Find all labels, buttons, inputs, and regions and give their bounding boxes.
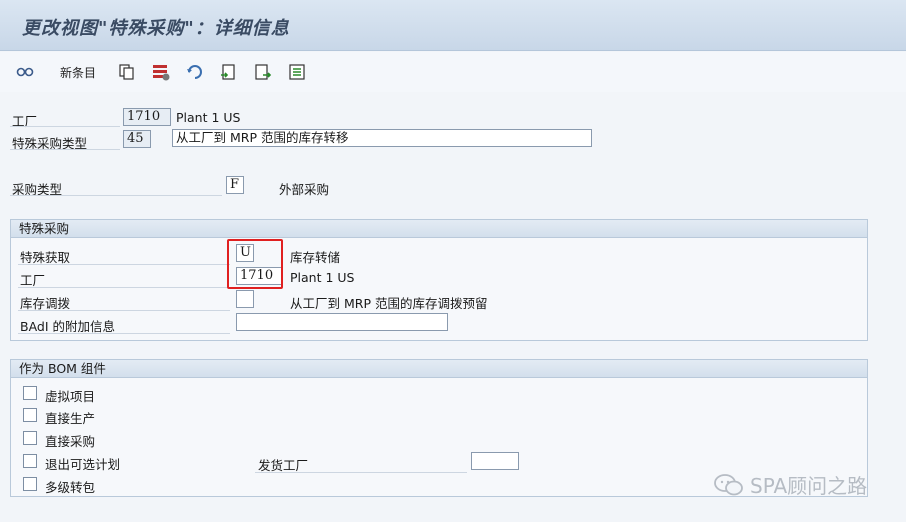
- divider: [18, 310, 230, 311]
- divider: [10, 126, 120, 127]
- divider: [18, 333, 230, 334]
- proc-type-desc: 外部采购: [279, 182, 330, 197]
- wechat-icon: [714, 473, 743, 495]
- special-procurement-title: 特殊采购: [11, 220, 867, 238]
- export-button[interactable]: [254, 62, 272, 82]
- copy-icon: [119, 64, 134, 80]
- toolbar: 新条目: [0, 52, 906, 92]
- plant-name: Plant 1 US: [176, 110, 241, 125]
- glasses-icon: [16, 67, 34, 77]
- delete-icon: [153, 65, 170, 81]
- watermark: SPA顾问之路: [714, 470, 867, 499]
- proc-type-field[interactable]: F: [226, 176, 244, 194]
- withdraw-alt-plant-checkbox[interactable]: [23, 454, 37, 468]
- divider: [255, 472, 467, 473]
- config-button[interactable]: [288, 62, 306, 82]
- multilevel-transfer-label: 多级转包: [45, 480, 96, 495]
- issuing-plant-field[interactable]: [471, 452, 519, 470]
- divider: [10, 149, 120, 150]
- direct-production-label: 直接生产: [45, 411, 96, 426]
- multilevel-transfer-checkbox[interactable]: [23, 477, 37, 491]
- direct-procurement-label: 直接采购: [45, 434, 96, 449]
- watermark-text: SPA顾问之路: [750, 474, 868, 498]
- plant-field[interactable]: 1710: [123, 108, 171, 126]
- bom-component-title: 作为 BOM 组件: [11, 360, 867, 378]
- copy-button[interactable]: [118, 62, 136, 82]
- badi-field[interactable]: [236, 313, 448, 331]
- stock-transfer-field[interactable]: [236, 290, 254, 308]
- direct-production-checkbox[interactable]: [23, 408, 37, 422]
- special-proc-type-desc-field[interactable]: 从工厂到 MRP 范围的库存转移: [172, 129, 592, 147]
- stock-transfer-desc: 从工厂到 MRP 范围的库存调拨预留: [290, 296, 488, 311]
- phantom-item-label: 虚拟项目: [45, 389, 96, 404]
- window-title: 更改视图"特殊采购"：详细信息: [22, 18, 290, 39]
- select-all-button[interactable]: [220, 62, 238, 82]
- glasses-button[interactable]: [16, 62, 34, 82]
- sp-plant-name: Plant 1 US: [290, 270, 355, 285]
- new-entries-label: 新条目: [60, 65, 97, 80]
- select-all-icon: [221, 64, 235, 80]
- new-entries-button[interactable]: 新条目: [56, 62, 96, 82]
- export-icon: [255, 64, 272, 80]
- undo-icon: [187, 65, 202, 79]
- plant-label: 工厂: [12, 114, 38, 129]
- direct-procurement-checkbox[interactable]: [23, 431, 37, 445]
- highlight-box: [227, 239, 283, 289]
- undo-button[interactable]: [186, 62, 204, 82]
- delete-button[interactable]: [152, 62, 170, 82]
- config-icon: [289, 64, 305, 80]
- divider: [18, 287, 230, 288]
- special-acq-desc: 库存转储: [290, 250, 341, 265]
- title-bar: 更改视图"特殊采购"：详细信息: [0, 0, 906, 51]
- phantom-item-checkbox[interactable]: [23, 386, 37, 400]
- divider: [10, 195, 222, 196]
- special-proc-type-field[interactable]: 45: [123, 130, 151, 148]
- withdraw-alt-plant-label: 退出可选计划: [45, 457, 121, 472]
- divider: [18, 264, 230, 265]
